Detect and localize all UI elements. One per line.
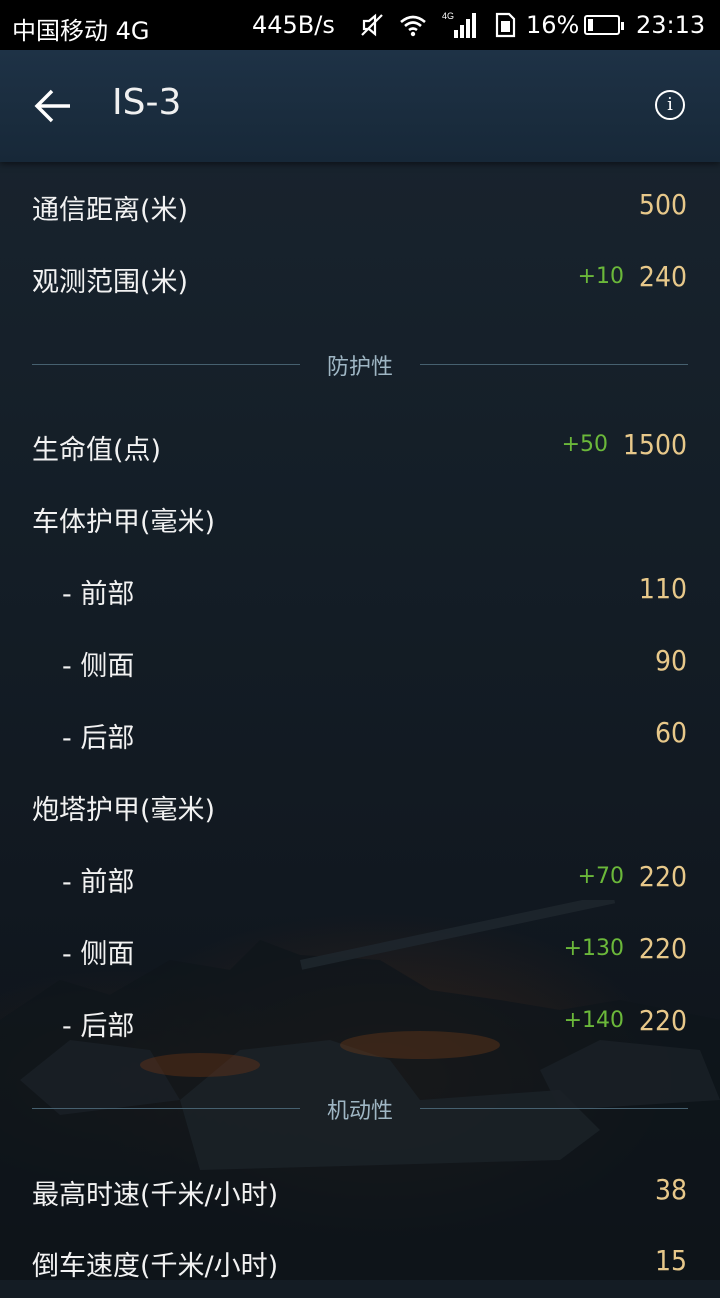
stat-group-header: 车体护甲(毫米) (0, 482, 720, 554)
stat-row: - 侧面 90 (0, 626, 720, 698)
stat-label: 最高时速(千米/小时) (32, 1180, 279, 1211)
stat-row: - 前部 +70 220 (0, 842, 720, 914)
divider (32, 364, 300, 365)
status-bar: 中国移动 4G 445B/s 4G 16% 23:13 (0, 0, 720, 50)
stat-row: - 侧面 +130 220 (0, 914, 720, 986)
stat-label: 车体护甲(毫米) (32, 507, 216, 538)
arrow-left-icon (34, 89, 70, 123)
stat-label: 倒车速度(千米/小时) (32, 1251, 279, 1282)
page-title: IS-3 (112, 82, 182, 123)
stat-label: - 前部 (62, 579, 135, 610)
info-icon: i (667, 94, 673, 115)
stat-label: - 前部 (62, 867, 135, 898)
stat-label: 炮塔护甲(毫米) (32, 795, 216, 826)
stat-value: 15 (654, 1244, 687, 1277)
sim-icon (495, 12, 516, 38)
stat-row: - 后部 60 (0, 698, 720, 770)
stat-value: 38 (654, 1173, 687, 1206)
stat-bonus: +130 (563, 936, 624, 961)
stat-label: - 后部 (62, 723, 135, 754)
divider (420, 1108, 688, 1109)
battery-icon (584, 15, 624, 35)
stat-value: 90 (654, 644, 687, 677)
signal-icon: 4G (442, 11, 476, 38)
stat-label: 通信距离(米) (32, 195, 189, 226)
stat-row: 通信距离(米) 500 (0, 170, 720, 242)
network-speed: 445B/s (252, 11, 335, 39)
stat-label: 观测范围(米) (32, 267, 189, 298)
stat-bonus: +140 (563, 1008, 624, 1033)
stat-value: 220 (638, 932, 687, 965)
svg-text:4G: 4G (442, 11, 454, 21)
stat-row: 倒车速度(千米/小时) 15 (0, 1226, 720, 1298)
stat-label: - 后部 (62, 1011, 135, 1042)
stat-row: - 前部 110 (0, 554, 720, 626)
stat-value: 500 (638, 188, 687, 221)
stat-bonus: +50 (561, 432, 608, 457)
wifi-icon (400, 15, 426, 37)
stat-value: 220 (638, 1004, 687, 1037)
back-button[interactable] (30, 86, 76, 126)
stat-bonus: +10 (577, 264, 624, 289)
section-header-mobility: 机动性 (0, 1079, 720, 1139)
mute-icon (361, 13, 383, 37)
info-button[interactable]: i (655, 90, 685, 120)
carrier-label: 中国移动 4G (12, 17, 150, 45)
stat-label: - 侧面 (62, 651, 135, 682)
app-bar: IS-3 i (0, 50, 720, 162)
clock: 23:13 (636, 11, 706, 39)
divider (420, 364, 688, 365)
stat-value: 220 (638, 860, 687, 893)
battery-percent: 16% (526, 11, 580, 39)
divider (32, 1108, 300, 1109)
stat-row: 观测范围(米) +10 240 (0, 242, 720, 314)
section-header-protection: 防护性 (0, 335, 720, 395)
stat-value: 1500 (622, 428, 687, 461)
stat-label: 生命值(点) (32, 435, 162, 466)
stat-group-header: 炮塔护甲(毫米) (0, 770, 720, 842)
stat-row: 生命值(点) +50 1500 (0, 410, 720, 482)
stat-row: - 后部 +140 220 (0, 986, 720, 1058)
stat-row: 最高时速(千米/小时) 38 (0, 1155, 720, 1227)
stat-value: 60 (654, 716, 687, 749)
section-title: 防护性 (326, 355, 393, 380)
stat-label: - 侧面 (62, 939, 135, 970)
stat-value: 110 (638, 572, 687, 605)
stat-value: 240 (638, 260, 687, 293)
section-title: 机动性 (326, 1099, 393, 1124)
stat-bonus: +70 (577, 864, 624, 889)
